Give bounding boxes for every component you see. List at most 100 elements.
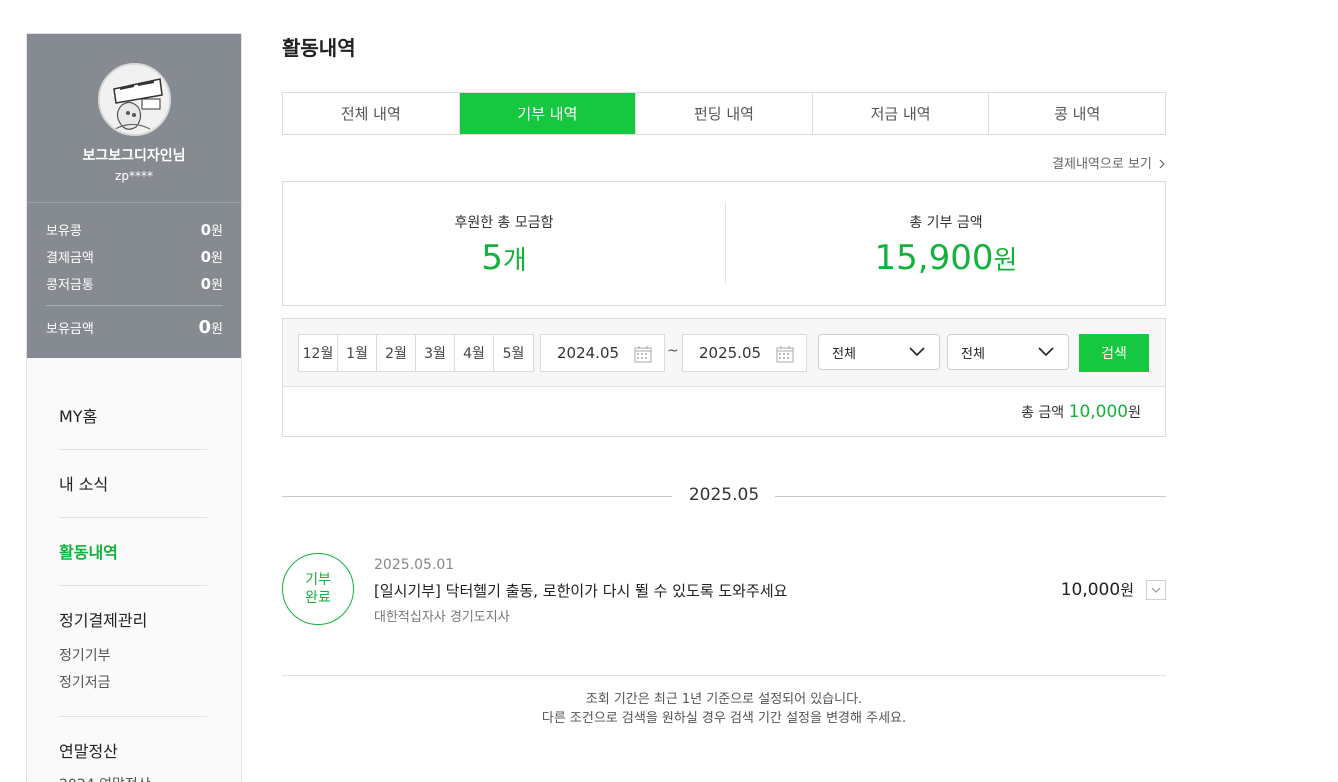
status-badge-line2: 완료 bbox=[305, 590, 331, 606]
summary-boxes-value: 5 bbox=[481, 238, 503, 278]
start-date-value: 2024.05 bbox=[557, 344, 620, 362]
stat-payment: 결제금액 0원 bbox=[46, 247, 223, 266]
sidebar-item-activity[interactable]: 활동내역 bbox=[59, 539, 118, 563]
summary-boxes-unit: 개 bbox=[502, 246, 527, 276]
tab-all[interactable]: 전체 내역 bbox=[283, 93, 460, 134]
stat-divider bbox=[46, 305, 223, 306]
sidebar-subitem-regular-donation[interactable]: 정기기부 bbox=[59, 645, 111, 665]
stat-total: 보유금액 0원 bbox=[46, 317, 223, 338]
page-root: 보그보그디자인님 zp**** 보유콩 0원 결제금액 0원 콩저금통 0원 보… bbox=[0, 0, 1338, 782]
record-amount: 10,000원 bbox=[1061, 579, 1134, 600]
month-button-2[interactable]: 2월 bbox=[377, 335, 416, 371]
chevron-down-icon bbox=[1038, 347, 1054, 357]
stat-value: 0 bbox=[198, 317, 212, 338]
period-note: 조회 기간은 최근 1년 기준으로 설정되어 있습니다. 다른 조건으로 검색을… bbox=[282, 690, 1166, 728]
list-item[interactable]: 기부 완료 2025.05.01 [일시기부] 닥터헬기 출동, 로한이가 다시… bbox=[282, 553, 1166, 628]
user-id: zp**** bbox=[115, 169, 153, 183]
stat-label: 보유금액 bbox=[46, 322, 94, 337]
record-organization: 대한적십자사 경기도지사 bbox=[374, 610, 510, 625]
payment-history-label: 결제내역으로 보기 bbox=[1052, 157, 1152, 172]
chevron-down-icon bbox=[1151, 587, 1161, 593]
filter-total: 총 금액 10,000원 bbox=[1021, 402, 1141, 422]
calendar-icon[interactable] bbox=[634, 345, 652, 363]
summary-boxes-label: 후원한 총 모금함 bbox=[454, 215, 554, 231]
month-button-3[interactable]: 3월 bbox=[416, 335, 455, 371]
record-date: 2025.05.01 bbox=[374, 557, 455, 573]
profile-divider bbox=[27, 202, 241, 203]
period-note-line1: 조회 기간은 최근 1년 기준으로 설정되어 있습니다. bbox=[585, 692, 863, 707]
summary-boxes: 후원한 총 모금함 5개 bbox=[283, 182, 725, 305]
period-note-line2: 다른 조건으로 검색을 원하실 경우 검색 기간 설정을 변경해 주세요. bbox=[541, 711, 907, 726]
tab-bar: 전체 내역 기부 내역 펀딩 내역 저금 내역 콩 내역 bbox=[282, 92, 1166, 135]
search-button[interactable]: 검색 bbox=[1079, 334, 1149, 372]
month-button-5[interactable]: 5월 bbox=[494, 335, 533, 371]
record-amount-value: 10,000 bbox=[1060, 580, 1121, 600]
type-select-value: 전체 bbox=[832, 346, 856, 362]
summary-panel: 후원한 총 모금함 5개 총 기부 금액 15,900원 bbox=[282, 181, 1166, 306]
menu-divider bbox=[59, 716, 207, 717]
date-range-separator: ~ bbox=[667, 343, 679, 359]
tab-saving[interactable]: 저금 내역 bbox=[813, 93, 990, 134]
month-button-1[interactable]: 1월 bbox=[338, 335, 377, 371]
sidebar-item-year-end[interactable]: 연말정산 bbox=[59, 738, 118, 762]
expand-button[interactable] bbox=[1146, 580, 1166, 600]
stat-value: 0 bbox=[200, 221, 212, 239]
chevron-down-icon bbox=[909, 347, 925, 357]
stat-piggybank: 콩저금통 0원 bbox=[46, 274, 223, 293]
note-divider bbox=[282, 675, 1166, 676]
summary-amount-value: 15,900 bbox=[874, 238, 994, 278]
record-title[interactable]: [일시기부] 닥터헬기 출동, 로한이가 다시 뛸 수 있도록 도와주세요 bbox=[374, 580, 787, 601]
stat-unit: 원 bbox=[211, 278, 223, 293]
stat-unit: 원 bbox=[211, 322, 223, 337]
filter-total-value: 10,000 bbox=[1068, 402, 1129, 422]
sidebar-item-my-home[interactable]: MY홈 bbox=[59, 403, 97, 427]
sidebar-subitem-regular-saving[interactable]: 정기저금 bbox=[59, 672, 111, 692]
tab-funding[interactable]: 펀딩 내역 bbox=[636, 93, 813, 134]
page-title: 활동내역 bbox=[282, 36, 356, 60]
summary-amount-unit: 원 bbox=[993, 246, 1018, 276]
start-date-input[interactable]: 2024.05 bbox=[540, 334, 665, 372]
chevron-right-icon bbox=[1159, 159, 1165, 169]
stat-label: 결제금액 bbox=[46, 251, 94, 266]
sidebar: 보그보그디자인님 zp**** 보유콩 0원 결제금액 0원 콩저금통 0원 보… bbox=[26, 33, 242, 782]
month-header-line-right bbox=[775, 496, 1166, 497]
filter-panel: 12월 1월 2월 3월 4월 5월 2024.05 ~ 2025.05 전체 … bbox=[282, 318, 1166, 437]
avatar[interactable] bbox=[98, 63, 171, 136]
status-select-value: 전체 bbox=[961, 346, 985, 362]
filter-total-label: 총 금액 bbox=[1021, 405, 1065, 421]
stat-value: 0 bbox=[200, 248, 212, 266]
profile-panel: 보그보그디자인님 zp**** 보유콩 0원 결제금액 0원 콩저금통 0원 보… bbox=[27, 34, 241, 358]
sidebar-item-regular-payment[interactable]: 정기결제관리 bbox=[59, 607, 147, 631]
stat-label: 콩저금통 bbox=[46, 278, 94, 293]
stat-label: 보유콩 bbox=[46, 224, 82, 239]
month-button-4[interactable]: 4월 bbox=[455, 335, 494, 371]
calendar-icon[interactable] bbox=[776, 345, 794, 363]
stat-kong: 보유콩 0원 bbox=[46, 220, 223, 239]
tab-kong[interactable]: 콩 내역 bbox=[989, 93, 1165, 134]
status-select[interactable]: 전체 bbox=[947, 334, 1069, 370]
sidebar-subitem-year-end-2024[interactable]: 2024 연말정산 bbox=[59, 774, 151, 782]
summary-amount: 총 기부 금액 15,900원 bbox=[725, 182, 1167, 305]
end-date-input[interactable]: 2025.05 bbox=[682, 334, 807, 372]
record-amount-unit: 원 bbox=[1120, 581, 1134, 599]
stat-unit: 원 bbox=[211, 251, 223, 266]
month-buttons: 12월 1월 2월 3월 4월 5월 bbox=[298, 334, 534, 372]
tab-donation[interactable]: 기부 내역 bbox=[459, 93, 637, 134]
status-badge-line1: 기부 bbox=[305, 572, 331, 588]
menu-divider bbox=[59, 585, 207, 586]
month-group-header: 2025.05 bbox=[282, 484, 1166, 508]
month-group-label: 2025.05 bbox=[688, 485, 760, 505]
nickname: 보그보그디자인님 bbox=[82, 148, 186, 164]
avatar-illustration-icon bbox=[100, 65, 169, 134]
menu-divider bbox=[59, 517, 207, 518]
end-date-value: 2025.05 bbox=[699, 344, 762, 362]
sidebar-item-news[interactable]: 내 소식 bbox=[59, 471, 108, 495]
menu-divider bbox=[59, 449, 207, 450]
month-button-12[interactable]: 12월 bbox=[299, 335, 338, 371]
status-badge: 기부 완료 bbox=[282, 553, 354, 625]
stat-unit: 원 bbox=[211, 224, 223, 239]
type-select[interactable]: 전체 bbox=[818, 334, 940, 370]
filter-total-unit: 원 bbox=[1128, 405, 1141, 421]
summary-amount-label: 총 기부 금액 bbox=[909, 215, 983, 231]
payment-history-link[interactable]: 결제내역으로 보기 bbox=[1052, 153, 1166, 172]
